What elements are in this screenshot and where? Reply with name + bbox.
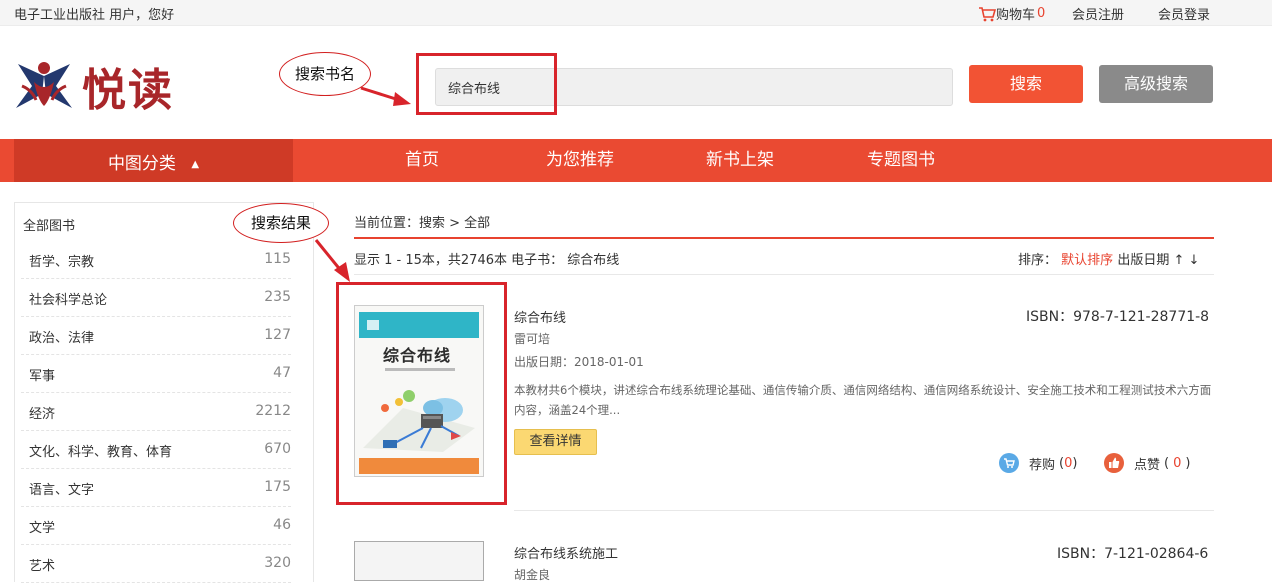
sidebar-item-label: 文学	[29, 521, 56, 536]
cart-count: 0	[1037, 6, 1046, 21]
sidebar-item-label: 社会科学总论	[29, 293, 108, 308]
sidebar-heading[interactable]: 全部图书	[23, 215, 75, 234]
like-button[interactable]: 点赞 ( 0 )	[1104, 453, 1190, 473]
recommend-label: 荐购	[1029, 457, 1056, 473]
sidebar-item-label: 军事	[29, 369, 56, 384]
sidebar-item-count: 127	[264, 327, 291, 343]
results-divider	[354, 274, 1214, 275]
result-summary: 显示 1 - 15本，共2746本 电子书： 综合布线	[354, 253, 620, 268]
book-isbn: ISBN：978-7-121-28771-8	[1026, 309, 1210, 325]
sidebar-item-count: 115	[264, 251, 291, 267]
sidebar-item-social-science[interactable]: 社会科学总论 235	[21, 279, 291, 317]
sidebar-item-count: 320	[264, 555, 291, 571]
recommend-purchase-button[interactable]: 荐购 ( 0 )	[999, 453, 1077, 473]
sidebar-item-count: 2212	[255, 403, 291, 419]
book-title-link[interactable]: 综合布线	[514, 307, 566, 326]
nav-item-home[interactable]: 首页	[405, 139, 439, 182]
sort-default-link[interactable]: 默认排序	[1061, 253, 1113, 268]
sidebar-item-philosophy[interactable]: 哲学、宗教 115	[21, 241, 291, 279]
logo-emblem-icon	[16, 62, 72, 108]
book-author: 雷可培	[514, 332, 551, 346]
sidebar-item-label: 政治、法律	[29, 331, 95, 346]
sort-date-link[interactable]: 出版日期 ↑ ↓	[1117, 253, 1199, 268]
sort-label: 排序：	[1018, 253, 1058, 268]
sort-controls: 排序： 默认排序 出版日期 ↑ ↓	[1018, 249, 1199, 268]
nav-item-recommend[interactable]: 为您推荐	[546, 139, 614, 182]
like-label: 点赞	[1134, 457, 1161, 473]
sidebar-item-language[interactable]: 语言、文字 175	[21, 469, 291, 507]
sidebar-item-economy[interactable]: 经济 2212	[21, 393, 291, 431]
sidebar-item-count: 47	[273, 365, 291, 381]
sidebar-item-count: 175	[264, 479, 291, 495]
book-title-link[interactable]: 综合布线系统施工	[514, 543, 618, 562]
advanced-search-button[interactable]: 高级搜索	[1099, 65, 1213, 103]
category-menu-button[interactable]: 中图分类 ▲	[14, 139, 293, 182]
sidebar-item-label: 文化、科学、教育、体育	[29, 445, 173, 460]
nav-item-topics[interactable]: 专题图书	[867, 139, 935, 182]
sidebar-item-label: 经济	[29, 407, 56, 422]
search-annotation-arrow-icon	[360, 86, 411, 106]
sidebar-item-military[interactable]: 军事 47	[21, 355, 291, 393]
result-divider	[514, 510, 1214, 511]
book-description: 本教材共6个模块，讲述综合布线系统理论基础、通信传输介质、通信网络结构、通信网络…	[514, 383, 1212, 417]
breadcrumb-divider	[354, 237, 1214, 239]
sidebar-item-label: 哲学、宗教	[29, 255, 95, 270]
sidebar-item-label: 艺术	[29, 559, 56, 574]
sidebar-item-politics[interactable]: 政治、法律 127	[21, 317, 291, 355]
cover-network-illustration-icon	[363, 390, 475, 452]
site-logo[interactable]: 悦读	[12, 54, 174, 118]
sidebar-item-art[interactable]: 艺术 320	[21, 545, 291, 583]
sidebar-item-literature[interactable]: 文学 46	[21, 507, 291, 545]
book-publish-date: 出版日期：2018-01-01	[514, 355, 644, 369]
search-annotation-text: 搜索书名	[294, 65, 355, 83]
top-bar: 电子工业出版社 用户，您好 购物车 0 会员注册 会员登录	[0, 0, 1272, 26]
search-highlight-box	[416, 53, 557, 115]
sidebar-item-culture[interactable]: 文化、科学、教育、体育 670	[21, 431, 291, 469]
logo-text: 悦读	[82, 65, 174, 116]
cart-round-icon	[999, 453, 1019, 473]
result-annotation-arrow-icon	[314, 239, 350, 282]
result-annotation-text: 搜索结果	[250, 214, 311, 232]
book-author: 胡金良	[514, 568, 551, 582]
sidebar-item-count: 235	[264, 289, 291, 305]
register-link[interactable]: 会员注册	[1072, 4, 1124, 23]
sidebar-item-label: 语言、文字	[29, 483, 95, 498]
main-nav: 中图分类 ▲ 首页 为您推荐 新书上架 专题图书	[0, 139, 1272, 182]
category-menu-label: 中图分类	[107, 154, 176, 174]
book-cover-image[interactable]: 综合布线	[354, 305, 484, 477]
sidebar-item-count: 670	[264, 441, 291, 457]
view-details-button[interactable]: 查看详情	[514, 429, 597, 455]
book-cover-image[interactable]	[354, 541, 484, 581]
like-count: 0	[1173, 455, 1182, 471]
nav-item-new-books[interactable]: 新书上架	[706, 139, 774, 182]
cover-title: 综合布线	[383, 346, 452, 365]
caret-up-icon: ▲	[191, 159, 200, 170]
book-isbn: ISBN：7-121-02864-6	[1057, 546, 1209, 562]
cart-icon	[979, 6, 996, 21]
greeting-text: 电子工业出版社 用户，您好	[14, 8, 175, 23]
recommend-count: 0	[1064, 455, 1073, 471]
cart-link[interactable]: 购物车 0	[978, 4, 1045, 23]
cart-label: 购物车	[996, 8, 1036, 23]
breadcrumb: 当前位置：搜索 > 全部	[354, 216, 491, 231]
thumbs-up-icon	[1104, 453, 1124, 473]
sidebar-item-count: 46	[273, 517, 291, 533]
search-button[interactable]: 搜索	[969, 65, 1083, 103]
login-link[interactable]: 会员登录	[1158, 4, 1210, 23]
